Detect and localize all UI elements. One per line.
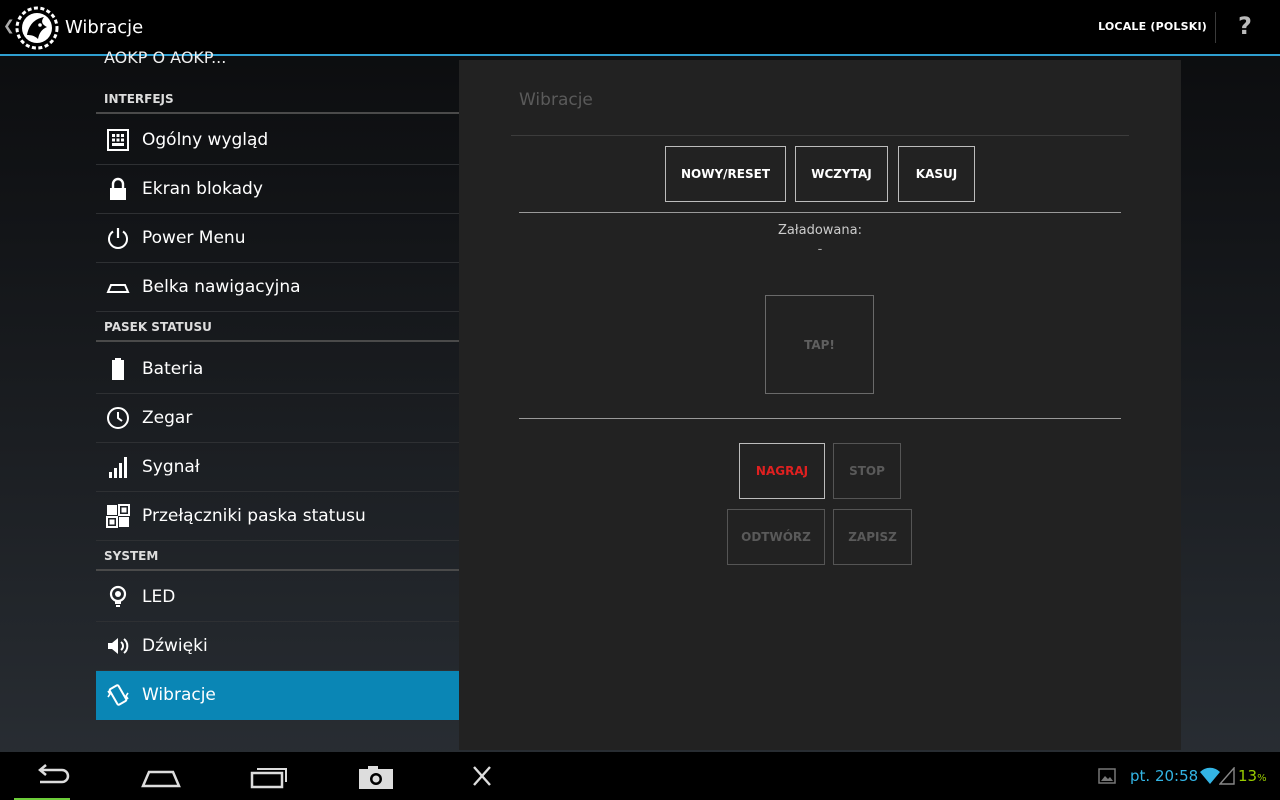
sidebar-item-label: Zegar — [142, 408, 193, 428]
clock-icon — [107, 407, 129, 429]
sidebar-item-label: Ogólny wygląd — [142, 130, 269, 150]
sidebar-item-battery[interactable]: Bateria — [96, 345, 459, 394]
appearance-icon — [107, 129, 129, 151]
sidebar-item-vibrations[interactable]: Wibracje — [96, 671, 459, 720]
navbar-icon — [106, 284, 130, 293]
navigation-bar: pt. 20:58 13% — [0, 752, 1280, 800]
screenshot-icon[interactable] — [354, 760, 398, 792]
status-clock[interactable]: pt. 20:58 — [1130, 767, 1198, 785]
page-title: Wibracje — [65, 17, 144, 38]
sidebar-item-label: Bateria — [142, 359, 204, 379]
play-button[interactable]: ODTWÓRZ — [727, 509, 825, 565]
signal-icon — [109, 457, 127, 478]
sidebar-item-label: Belka nawigacyjna — [142, 277, 301, 297]
gallery-notification-icon[interactable] — [1098, 767, 1116, 785]
sidebar-item-toggles[interactable]: Przełączniki paska statusu — [96, 492, 459, 541]
tap-pad[interactable]: TAP! — [765, 295, 874, 394]
panel-title: Wibracje — [519, 90, 593, 110]
title-divider — [511, 135, 1129, 136]
stop-button[interactable]: STOP — [833, 443, 901, 499]
divider-top — [519, 212, 1121, 213]
sidebar-item-label: Sygnał — [142, 457, 200, 477]
sidebar-item-lockscreen[interactable]: Ekran blokady — [96, 165, 459, 214]
category-pasek-statusu: PASEK STATUSU — [96, 314, 459, 342]
help-button[interactable]: ? — [1238, 12, 1252, 40]
recent-apps-icon[interactable] — [247, 760, 291, 792]
vibrations-panel: Wibracje NOWY/RESET WCZYTAJ KASUJ Załado… — [459, 60, 1181, 750]
divider-bottom — [519, 418, 1121, 419]
led-icon — [109, 585, 127, 607]
speaker-icon — [108, 638, 129, 654]
sidebar-item-signal[interactable]: Sygnał — [96, 443, 459, 492]
loaded-label: Załadowana: — [778, 223, 862, 238]
sidebar-item-navbar[interactable]: Belka nawigacyjna — [96, 263, 459, 312]
power-icon — [108, 228, 128, 249]
signal-status-icon — [1219, 767, 1235, 785]
delete-button[interactable]: KASUJ — [898, 146, 975, 202]
sidebar-item-label: Przełączniki paska statusu — [142, 506, 366, 526]
locale-button[interactable]: LOCALE (POLSKI) — [1098, 20, 1207, 33]
home-icon[interactable] — [139, 760, 183, 792]
lock-icon — [110, 177, 126, 200]
sidebar-item-label: Dźwięki — [142, 636, 208, 656]
list-item-about[interactable]: AOKP O AOKP... — [104, 48, 226, 67]
sidebar-item-label: LED — [142, 587, 176, 607]
loaded-value: - — [817, 242, 823, 257]
sidebar-item-power-menu[interactable]: Power Menu — [96, 214, 459, 263]
wifi-icon — [1200, 767, 1220, 784]
up-chevron-icon[interactable]: ❮ — [3, 18, 15, 34]
battery-level: 13% — [1238, 767, 1267, 785]
sidebar-item-appearance[interactable]: Ogólny wygląd — [96, 116, 459, 165]
sidebar-item-led[interactable]: LED — [96, 573, 459, 622]
category-interfejs: INTERFEJS — [96, 86, 459, 114]
toggles-icon — [106, 504, 130, 528]
load-button[interactable]: WCZYTAJ — [795, 146, 888, 202]
aokp-logo-icon[interactable] — [14, 5, 60, 51]
vibrate-icon — [107, 684, 129, 706]
sidebar-item-label: Ekran blokady — [142, 179, 263, 199]
actionbar-divider — [1215, 12, 1216, 43]
sidebar-item-sounds[interactable]: Dźwięki — [96, 622, 459, 671]
category-system: SYSTEM — [96, 543, 459, 571]
close-icon[interactable] — [460, 760, 504, 792]
save-button[interactable]: ZAPISZ — [833, 509, 912, 565]
sidebar-item-label: Wibracje — [142, 685, 216, 705]
back-icon[interactable] — [32, 760, 76, 792]
record-button[interactable]: NAGRAJ — [739, 443, 825, 499]
sidebar-item-clock[interactable]: Zegar — [96, 394, 459, 443]
sidebar-item-label: Power Menu — [142, 228, 246, 248]
battery-icon — [112, 358, 124, 380]
new-reset-button[interactable]: NOWY/RESET — [665, 146, 786, 202]
